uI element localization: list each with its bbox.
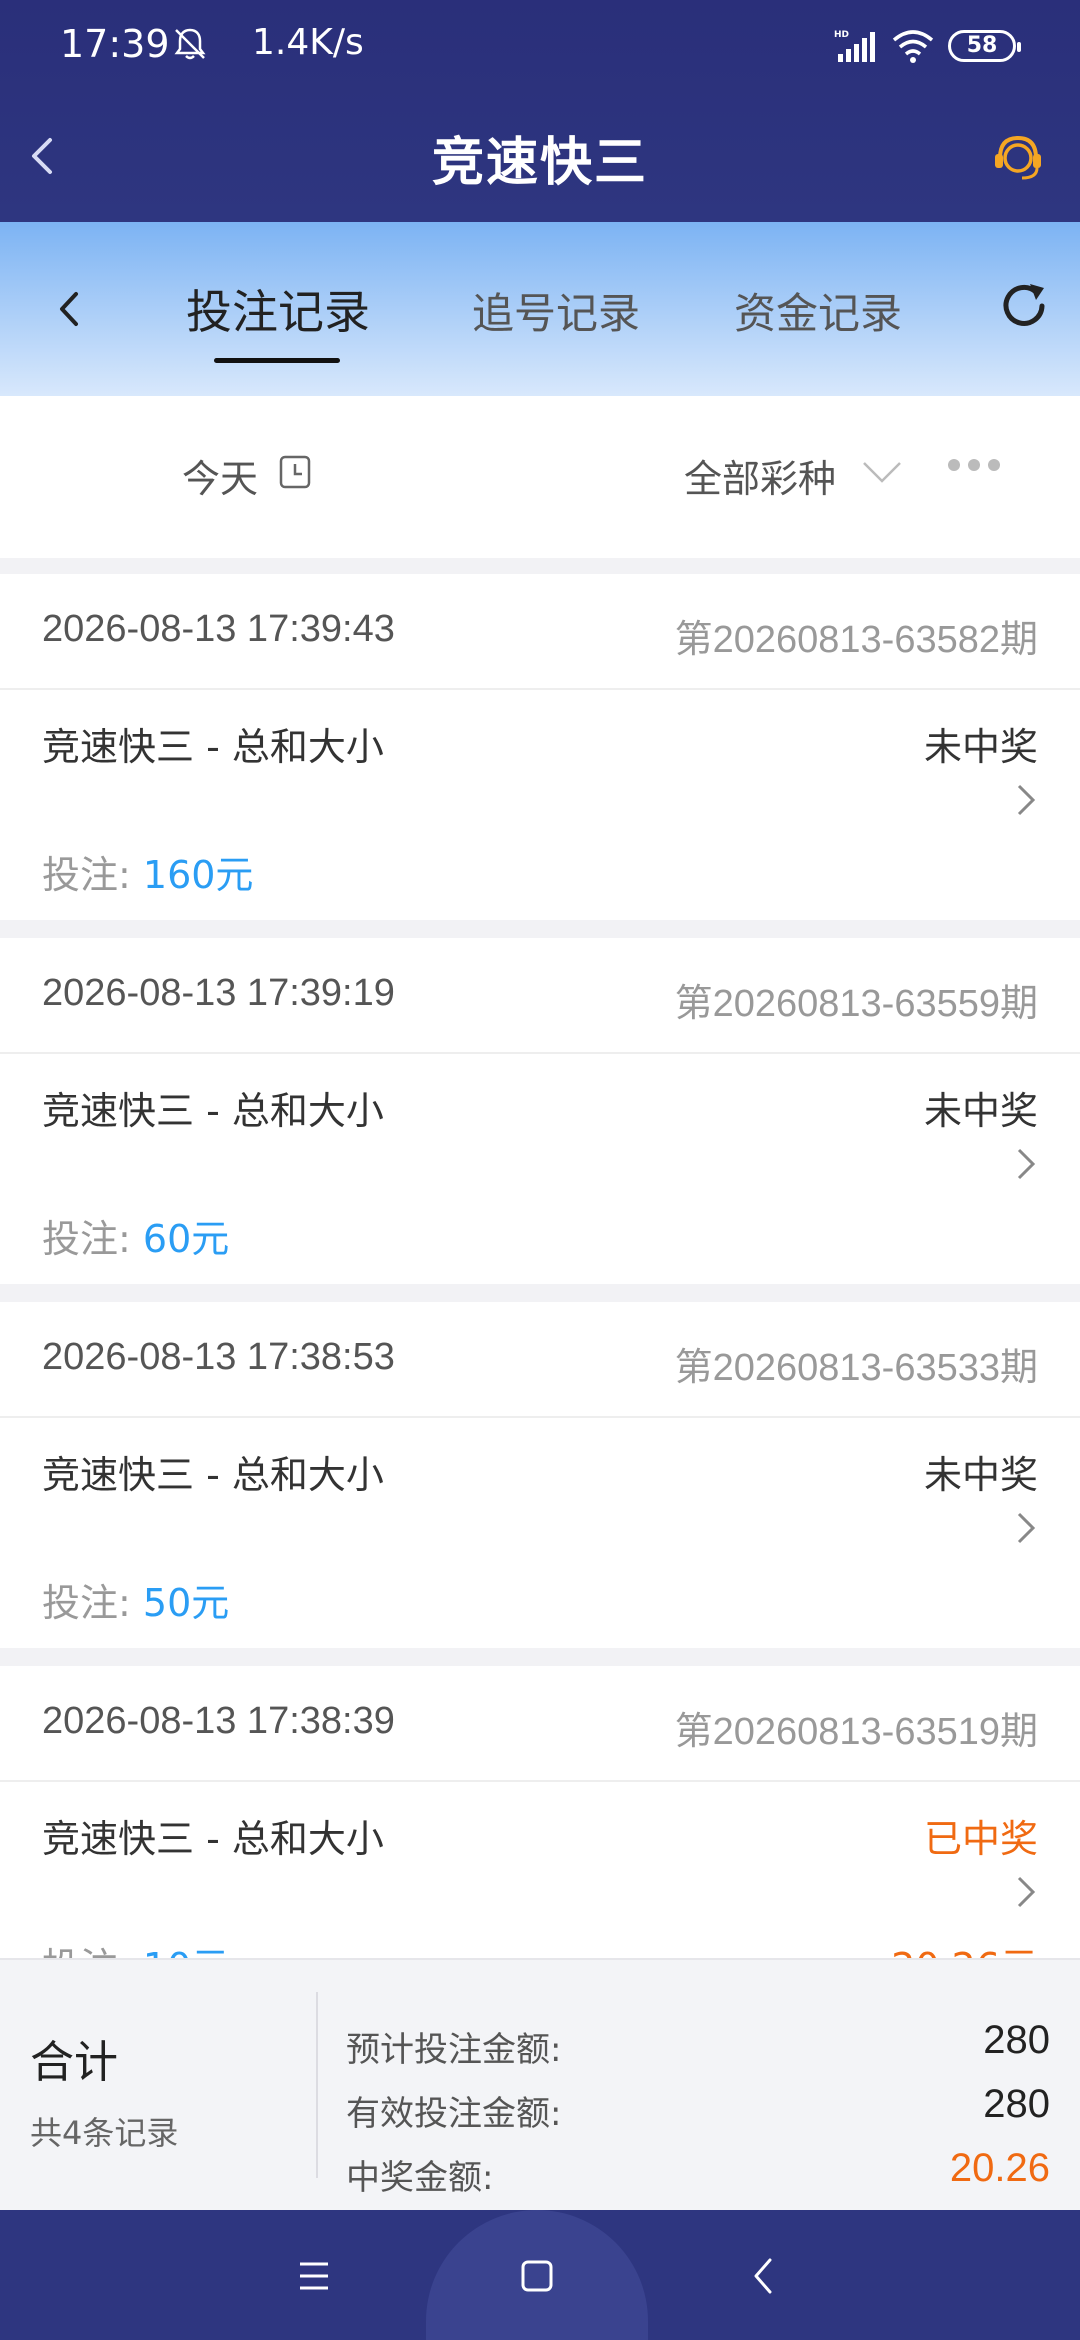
record-header: 2026-08-13 17:39:19 第20260813-63559期	[0, 938, 1080, 1054]
summary-row-expected: 预计投注金额: 280	[346, 2018, 1050, 2072]
summary-row-valid: 有效投注金额: 280	[346, 2082, 1050, 2136]
battery-indicator: 58	[948, 30, 1021, 62]
summary-row-value: 280	[983, 2018, 1050, 2062]
bet-record-list: 2026-08-13 17:39:43 第20260813-63582期 竞速快…	[0, 574, 1080, 1958]
bet-amount: 60元	[142, 1217, 230, 1261]
record-bet: 投注: 50元	[42, 1572, 229, 1627]
summary-row-label: 有效投注金额:	[346, 2094, 562, 2134]
active-tab-indicator	[214, 358, 340, 363]
bell-muted-icon	[174, 28, 206, 60]
record-time: 2026-08-13 17:39:43	[42, 608, 395, 650]
record-game: 竞速快三 - 总和大小	[42, 1453, 384, 1497]
tab-chase-records[interactable]: 追号记录	[472, 280, 640, 341]
record-bet: 投注: 60元	[42, 1208, 229, 1263]
page-title: 竞速快三	[431, 133, 648, 193]
record-bet: 投注: 10元	[42, 1936, 229, 1958]
date-filter[interactable]: 今天	[182, 448, 258, 503]
filter-bar: 今天 全部彩种	[0, 396, 1080, 558]
record-issue: 第20260813-63559期	[674, 983, 1038, 1025]
signal-icon: HD	[834, 30, 875, 62]
bet-amount: 50元	[142, 1581, 230, 1625]
record-game: 竞速快三 - 总和大小	[42, 1089, 384, 1133]
home-icon[interactable]	[509, 2248, 565, 2304]
network-speed: 1.4K/s	[252, 22, 364, 63]
record-status: 未中奖	[923, 725, 1038, 769]
tab-fund-records[interactable]: 资金记录	[734, 280, 902, 341]
more-options-icon[interactable]	[948, 456, 1008, 486]
record-prize: 20.26元	[891, 1936, 1038, 1958]
status-time: 17:39	[60, 22, 170, 66]
summary-row-prize: 中奖金额: 20.26	[346, 2146, 1050, 2200]
bet-label: 投注:	[42, 1217, 143, 1261]
refresh-icon[interactable]	[996, 278, 1052, 334]
record-count: 共4条记录	[30, 2114, 179, 2152]
record-card[interactable]: 2026-08-13 17:38:39 第20260813-63519期 竞速快…	[0, 1666, 1080, 1958]
summary-panel: 合计 共4条记录 预计投注金额: 280 有效投注金额: 280 中奖金额: 2…	[0, 1958, 1080, 2210]
record-status: 未中奖	[923, 1089, 1038, 1133]
record-card[interactable]: 2026-08-13 17:38:53 第20260813-63533期 竞速快…	[0, 1302, 1080, 1648]
record-header: 2026-08-13 17:38:53 第20260813-63533期	[0, 1302, 1080, 1418]
record-issue: 第20260813-63519期	[674, 1711, 1038, 1753]
system-nav-bar	[0, 2210, 1080, 2340]
record-game: 竞速快三 - 总和大小	[42, 1817, 384, 1861]
bet-amount: 10元	[143, 1945, 229, 1958]
record-time: 2026-08-13 17:39:19	[42, 972, 395, 1014]
record-tabs: 投注记录 追号记录 资金记录	[0, 222, 1080, 396]
summary-row-value: 20.26	[949, 2146, 1050, 2190]
menu-icon[interactable]	[286, 2248, 342, 2304]
status-bar: 17:39 1.4K/s HD 58	[0, 0, 1080, 98]
record-game: 竞速快三 - 总和大小	[42, 725, 384, 769]
record-card[interactable]: 2026-08-13 17:39:43 第20260813-63582期 竞速快…	[0, 574, 1080, 920]
summary-row-label: 中奖金额:	[346, 2158, 494, 2198]
summary-divider	[316, 1992, 318, 2178]
record-status: 未中奖	[923, 1453, 1038, 1497]
tab-back-icon[interactable]	[52, 284, 88, 334]
bet-label: 投注:	[42, 1581, 143, 1625]
svg-text:HD: HD	[834, 30, 849, 40]
customer-service-icon[interactable]	[988, 128, 1048, 184]
bet-amount: 160元	[142, 853, 254, 897]
record-bet: 投注: 160元	[42, 844, 253, 899]
record-card[interactable]: 2026-08-13 17:39:19 第20260813-63559期 竞速快…	[0, 938, 1080, 1284]
lottery-type-filter[interactable]: 全部彩种	[684, 448, 836, 503]
clock-icon[interactable]	[278, 454, 312, 490]
chevron-down-icon[interactable]	[862, 460, 902, 484]
summary-label: 合计	[30, 2037, 118, 2088]
chevron-right-icon[interactable]	[1014, 1144, 1038, 1184]
bet-label: 投注:	[42, 1945, 143, 1958]
chevron-right-icon[interactable]	[1014, 1872, 1038, 1912]
app-header: 17:39 1.4K/s HD 58 竞速快三	[0, 0, 1080, 222]
wifi-icon	[892, 30, 934, 63]
tab-bet-records[interactable]: 投注记录	[186, 276, 370, 342]
record-issue: 第20260813-63533期	[674, 1347, 1038, 1389]
record-issue: 第20260813-63582期	[674, 619, 1038, 661]
summary-row-label: 预计投注金额:	[346, 2030, 562, 2070]
record-header: 2026-08-13 17:38:39 第20260813-63519期	[0, 1666, 1080, 1782]
summary-row-value: 280	[983, 2082, 1050, 2126]
bet-label: 投注:	[42, 853, 143, 897]
record-header: 2026-08-13 17:39:43 第20260813-63582期	[0, 574, 1080, 690]
back-nav-icon[interactable]	[736, 2248, 792, 2304]
record-status: 已中奖	[923, 1817, 1038, 1861]
chevron-right-icon[interactable]	[1014, 780, 1038, 820]
record-time: 2026-08-13 17:38:53	[42, 1336, 395, 1378]
chevron-right-icon[interactable]	[1014, 1508, 1038, 1548]
record-time: 2026-08-13 17:38:39	[42, 1700, 395, 1742]
